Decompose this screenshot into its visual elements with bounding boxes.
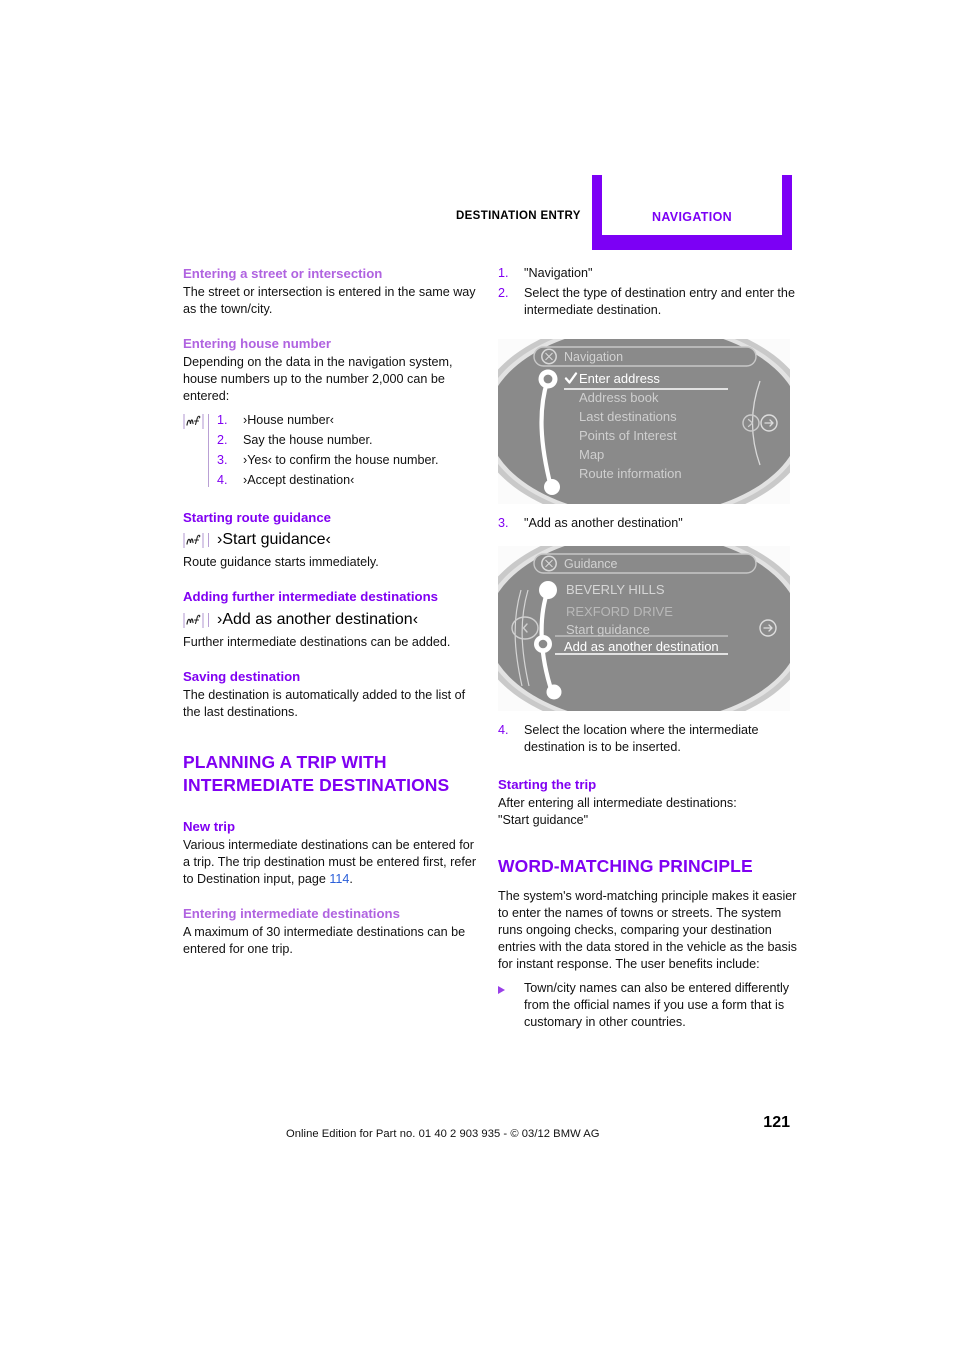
- voice-command-icon: [183, 532, 204, 549]
- text-entering-intermediate-destinations: A maximum of 30 intermediate destination…: [183, 925, 466, 957]
- step3-list: 3. "Add as another destination": [498, 515, 798, 532]
- text-starting-the-trip-line2: "Start guidance": [498, 813, 589, 828]
- text-entering-street: The street or intersection is entered in…: [183, 285, 476, 317]
- voice-command-add-destination-block: ›Add as another destination‹: [183, 611, 483, 629]
- figure-nav-item-4: Map: [579, 447, 604, 462]
- heading-starting-route-guidance: Starting route guidance: [183, 510, 332, 526]
- list-item-number: 4.: [217, 473, 228, 488]
- text-word-matching-principle: The system's word-matching principle mak…: [498, 889, 797, 972]
- figure-nav-item-5: Route information: [579, 466, 682, 481]
- page-reference-link[interactable]: 114: [329, 872, 349, 886]
- figure-nav-item-2: Last destinations: [579, 409, 677, 424]
- heading-entering-street: Entering a street or intersection: [183, 266, 383, 281]
- list-item-label: Town/city names can also be entered diff…: [524, 981, 790, 1030]
- list-item-number: 1.: [498, 266, 509, 280]
- step4-list: 4. Select the location where the interme…: [498, 722, 798, 756]
- list-item-number: 2.: [217, 433, 228, 448]
- list-item-number: 2.: [498, 286, 509, 300]
- list-item: 3. ›Yes‹ to confirm the house number.: [217, 452, 483, 469]
- left-column: Entering a street or intersection The st…: [183, 265, 483, 958]
- voice-command-icon: [183, 612, 204, 629]
- text-new-trip-part2: .: [349, 872, 353, 887]
- heading-entering-house-number: Entering house number: [183, 336, 332, 352]
- header-section-label: DESTINATION ENTRY: [456, 210, 581, 222]
- figure-guidance-item-2: Start guidance: [566, 622, 650, 637]
- voice-command-add-destination-label: ›Add as another destination‹: [217, 610, 419, 628]
- list-item-label: ›Yes‹ to confirm the house number.: [243, 453, 439, 468]
- house-number-steps: 1. ›House number‹ 2. Say the house numbe…: [217, 412, 483, 489]
- heading-word-matching-principle: WORD-MATCHING PRINCIPLE: [498, 856, 753, 877]
- heading-adding-further-destinations: Adding further intermediate destinations: [183, 589, 438, 605]
- voice-block-rule: [208, 533, 209, 548]
- list-item-number: 3.: [217, 453, 228, 468]
- list-item-number: 1.: [217, 413, 228, 428]
- page-number: 121: [763, 1114, 790, 1131]
- figure-guidance-screen: Guidance BEVERLY HILLS REXFORD DRIVE Sta…: [498, 546, 790, 711]
- figure-guidance-item-0: BEVERLY HILLS: [566, 582, 665, 597]
- list-item-label: "Navigation": [524, 266, 593, 280]
- voice-block-rule: [208, 612, 209, 627]
- list-item-label: "Add as another destination": [524, 516, 683, 530]
- voice-command-icon: [183, 413, 204, 430]
- list-item-number: 4.: [498, 723, 509, 737]
- voice-block-rule: [208, 414, 209, 488]
- list-item-label: Say the house number.: [243, 433, 373, 448]
- heading-planning-a-trip: PLANNING A TRIP WITH INTERMEDIATE DESTIN…: [183, 751, 450, 795]
- list-item: 4. ›Accept destination‹: [217, 472, 483, 489]
- list-item-number: 3.: [498, 516, 509, 530]
- header-chapter-label: NAVIGATION: [651, 210, 733, 224]
- voice-command-start-guidance-block: ›Start guidance‹: [183, 531, 483, 549]
- figure-nav-item-3: Points of Interest: [579, 428, 677, 443]
- figure-nav-title: Navigation: [564, 350, 623, 364]
- top-steps-list: 1. "Navigation" 2. Select the type of de…: [498, 265, 798, 319]
- heading-new-trip: New trip: [183, 818, 236, 834]
- figure-guidance-title: Guidance: [564, 557, 618, 571]
- text-entering-house-number: Depending on the data in the navigation …: [183, 355, 453, 404]
- list-item: 2. Select the type of destination entry …: [498, 285, 798, 319]
- figure-guidance-item-1: REXFORD DRIVE: [566, 604, 673, 619]
- list-item: Town/city names can also be entered diff…: [498, 980, 798, 1031]
- figure-navigation-screen: Navigation Enter address Address book La…: [498, 339, 790, 504]
- figure-nav-item-1: Address book: [579, 390, 659, 405]
- list-item-label: Select the location where the intermedia…: [524, 723, 759, 754]
- text-starting-route-guidance: Route guidance starts immediately.: [183, 555, 379, 570]
- page-header: DESTINATION ENTRY NAVIGATION: [0, 175, 954, 250]
- list-item-label: Select the type of destination entry and…: [524, 286, 795, 317]
- voice-command-house-number-block: 1. ›House number‹ 2. Say the house numbe…: [183, 412, 483, 489]
- right-column: 1. "Navigation" 2. Select the type of de…: [498, 265, 798, 1034]
- footer-online-edition-note: Online Edition for Part no. 01 40 2 903 …: [286, 1128, 600, 1140]
- triangle-bullet-icon: [498, 980, 524, 997]
- header-chapter-tab-inner: [602, 175, 782, 235]
- list-item: 2. Say the house number.: [217, 432, 483, 449]
- heading-starting-the-trip: Starting the trip: [498, 777, 597, 792]
- figure-nav-item-0: Enter address: [579, 371, 660, 386]
- word-matching-benefits-list: Town/city names can also be entered diff…: [498, 980, 798, 1031]
- list-item: 1. "Navigation": [498, 265, 798, 282]
- figure-guidance-item-3: Add as another destination: [564, 639, 719, 654]
- text-saving-destination: The destination is automatically added t…: [183, 687, 466, 719]
- list-item-label: ›Accept destination‹: [243, 473, 355, 488]
- list-item-label: ›House number‹: [243, 413, 334, 428]
- text-adding-further-destinations: Further intermediate destinations can be…: [183, 634, 451, 649]
- heading-saving-destination: Saving destination: [183, 668, 301, 684]
- list-item: 4. Select the location where the interme…: [498, 722, 798, 756]
- text-starting-the-trip-line1: After entering all intermediate destinat…: [498, 796, 737, 811]
- list-item: 1. ›House number‹: [217, 412, 483, 429]
- list-item: 3. "Add as another destination": [498, 515, 798, 532]
- heading-entering-intermediate-destinations: Entering intermediate destinations: [183, 906, 400, 922]
- text-new-trip: Various intermediate destinations can be…: [183, 837, 483, 888]
- voice-command-start-guidance-label: ›Start guidance‹: [217, 531, 331, 549]
